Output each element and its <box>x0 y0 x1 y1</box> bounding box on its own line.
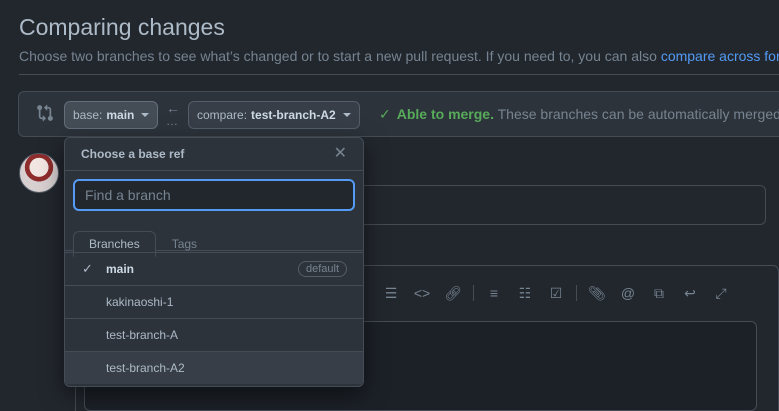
caret-down-icon <box>141 113 150 117</box>
git-compare-icon <box>37 104 53 122</box>
dropdown-header: Choose a base ref ✕ <box>65 138 363 171</box>
list-item[interactable]: kakinaoshi-1 <box>65 286 363 319</box>
merge-ok-text: Able to merge. <box>396 106 494 122</box>
caret-down-icon <box>342 113 351 117</box>
base-ref-dropdown: Choose a base ref ✕ Branches Tags ✓ main… <box>64 137 364 387</box>
markdown-toolbar: ☰ <> 🔗︎ ≡ ☷ ☑ 📎︎ @ ⧉ ↩ ⤢ <box>380 282 741 304</box>
base-label: base: <box>73 108 103 122</box>
list-item[interactable]: ✓ main default <box>65 253 363 286</box>
branch-name: test-branch-A2 <box>106 361 185 375</box>
compare-label: compare: <box>197 108 248 122</box>
toolbar-divider <box>576 285 577 301</box>
toolbar-divider <box>473 285 474 301</box>
compare-branch-button[interactable]: compare: test-branch-A2 <box>188 101 360 129</box>
find-branch-input[interactable] <box>73 179 355 211</box>
check-icon: ✓ <box>379 106 391 122</box>
pr-title-input[interactable] <box>362 185 766 225</box>
default-badge: default <box>297 261 347 277</box>
reference-icon[interactable]: ⧉ <box>648 283 670 303</box>
branch-name: main <box>106 262 135 276</box>
merge-status: ✓ Able to merge. These branches can be au… <box>379 106 779 123</box>
check-icon: ✓ <box>82 261 93 276</box>
list-item[interactable]: test-branch-A <box>65 319 363 352</box>
range-editor: base: main ← … compare: test-branch-A2 ✓… <box>18 91 779 137</box>
mention-icon[interactable]: @ <box>617 283 639 303</box>
reply-icon[interactable]: ↩ <box>679 283 701 303</box>
subtitle-text: Choose two branches to see what’s change… <box>19 48 661 64</box>
ellipsis-icon: … <box>166 114 179 128</box>
fullscreen-icon[interactable]: ⤢ <box>710 283 732 303</box>
link-icon[interactable]: 🔗︎ <box>442 283 464 303</box>
code-icon[interactable]: <> <box>411 283 433 303</box>
branch-name: test-branch-A <box>106 328 179 342</box>
page-title: Comparing changes <box>19 14 225 40</box>
close-icon[interactable]: ✕ <box>334 146 347 162</box>
heading-icon[interactable]: ☰ <box>380 283 402 303</box>
unordered-list-icon[interactable]: ☷ <box>514 283 536 303</box>
avatar <box>19 153 59 193</box>
dropdown-title: Choose a base ref <box>81 147 185 161</box>
list-item[interactable]: test-branch-A2 <box>65 352 363 384</box>
task-list-icon[interactable]: ☑ <box>545 283 567 303</box>
compare-value: test-branch-A2 <box>251 108 336 122</box>
merge-message: These branches can be automatically merg… <box>497 106 779 122</box>
branch-name: kakinaoshi-1 <box>106 295 174 309</box>
attach-icon[interactable]: 📎︎ <box>586 283 608 303</box>
base-value: main <box>106 108 135 122</box>
base-branch-button[interactable]: base: main <box>64 101 159 129</box>
page-subtitle: Choose two branches to see what’s change… <box>19 48 779 64</box>
branch-list: ✓ main default kakinaoshi-1 test-branch-… <box>65 252 363 384</box>
ordered-list-icon[interactable]: ≡ <box>483 283 505 303</box>
compare-across-forks-link[interactable]: compare across forks <box>661 48 779 64</box>
divider <box>19 74 779 75</box>
dropdown-filter: Branches Tags <box>65 171 363 257</box>
